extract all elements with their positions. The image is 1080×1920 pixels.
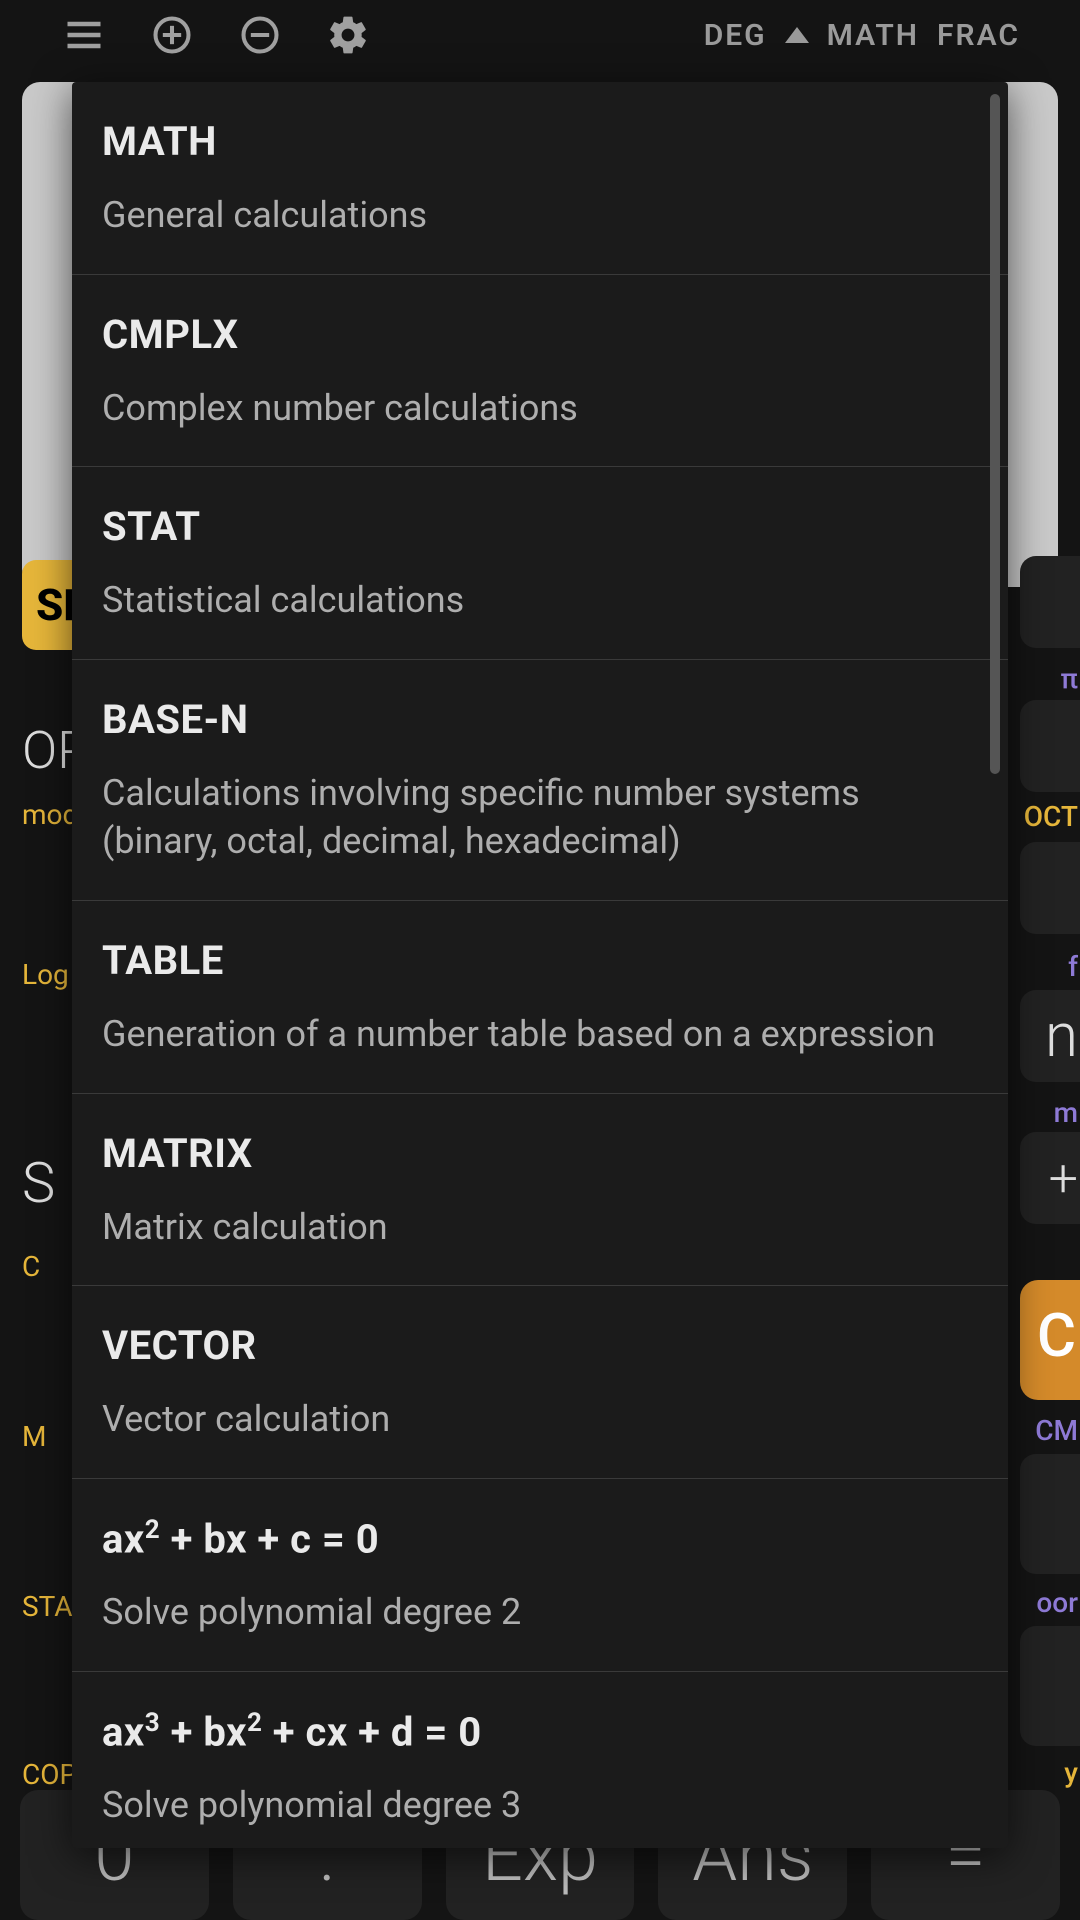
mode-title: ax3 + bx2 + cx + d = 0 — [102, 1708, 978, 1755]
label-y: y — [1064, 1756, 1078, 1789]
status-frac: FRAC — [937, 18, 1020, 53]
mode-desc: Complex number calculations — [102, 384, 978, 433]
status-indicators: DEG MATH FRAC — [704, 18, 1020, 53]
status-deg: DEG — [704, 18, 767, 53]
key-fragment[interactable] — [1020, 842, 1080, 934]
minus-circle-icon[interactable] — [236, 11, 284, 59]
key-fragment[interactable] — [1020, 556, 1080, 648]
label-sta: STA — [22, 1590, 73, 1623]
mode-desc: General calculations — [102, 191, 978, 240]
mode-select-menu: MATH General calculations CMPLX Complex … — [72, 82, 1008, 1848]
mode-desc: Generation of a number table based on a … — [102, 1010, 978, 1059]
label-s: S — [22, 1150, 55, 1216]
label-log: Log — [22, 958, 69, 991]
label-n: n — [1045, 1000, 1078, 1071]
label-m: m — [1054, 1096, 1078, 1129]
mode-title: MATH — [102, 118, 978, 165]
label-c: C — [22, 1250, 40, 1283]
key-fragment[interactable] — [1020, 1454, 1080, 1574]
label-ac: C — [1037, 1300, 1076, 1371]
status-math: MATH — [827, 18, 919, 53]
mode-title: STAT — [102, 503, 978, 550]
gear-icon[interactable] — [324, 11, 372, 59]
mode-desc: Vector calculation — [102, 1395, 978, 1444]
label-m: M — [22, 1420, 46, 1453]
mode-item-base-n[interactable]: BASE-N Calculations involving specific n… — [72, 660, 1008, 901]
mode-item-table[interactable]: TABLE Generation of a number table based… — [72, 901, 1008, 1094]
scrollbar-thumb[interactable] — [990, 94, 1000, 774]
label-cm: CM — [1035, 1414, 1078, 1447]
label-oor: oor — [1036, 1586, 1078, 1619]
mode-title: BASE-N — [102, 696, 978, 743]
plus-circle-icon[interactable] — [148, 11, 196, 59]
label-plus: + — [1049, 1148, 1078, 1209]
mode-title: MATRIX — [102, 1130, 978, 1177]
mode-item-vector[interactable]: VECTOR Vector calculation — [72, 1286, 1008, 1479]
label-oct: OCT — [1024, 800, 1078, 833]
mode-item-stat[interactable]: STAT Statistical calculations — [72, 467, 1008, 660]
mode-item-cmplx[interactable]: CMPLX Complex number calculations — [72, 275, 1008, 468]
mode-desc: Calculations involving specific number s… — [102, 769, 978, 866]
mode-desc: Statistical calculations — [102, 576, 978, 625]
label-f: f — [1068, 950, 1078, 983]
mode-title: VECTOR — [102, 1322, 978, 1369]
label-cop: COP — [22, 1758, 77, 1791]
ac-key-fragment[interactable]: C — [1020, 1280, 1080, 1400]
mode-desc: Solve polynomial degree 2 — [102, 1588, 978, 1637]
menu-scroll[interactable]: MATH General calculations CMPLX Complex … — [72, 82, 1008, 1848]
mode-item-math[interactable]: MATH General calculations — [72, 82, 1008, 275]
mode-item-poly2[interactable]: ax2 + bx + c = 0 Solve polynomial degree… — [72, 1479, 1008, 1672]
mode-desc: Solve polynomial degree 3 — [102, 1781, 978, 1830]
top-bar: DEG MATH FRAC — [0, 0, 1080, 70]
triangle-up-icon — [785, 27, 809, 43]
label-mod: mod — [22, 798, 78, 831]
mode-title: CMPLX — [102, 311, 978, 358]
mode-title: ax2 + bx + c = 0 — [102, 1515, 978, 1562]
hamburger-icon[interactable] — [60, 11, 108, 59]
label-pi: π — [1061, 662, 1078, 695]
mode-item-poly3[interactable]: ax3 + bx2 + cx + d = 0 Solve polynomial … — [72, 1672, 1008, 1848]
mode-desc: Matrix calculation — [102, 1203, 978, 1252]
mode-item-matrix[interactable]: MATRIX Matrix calculation — [72, 1094, 1008, 1287]
key-fragment[interactable] — [1020, 700, 1080, 792]
key-fragment[interactable] — [1020, 1626, 1080, 1746]
mode-title: TABLE — [102, 937, 978, 984]
